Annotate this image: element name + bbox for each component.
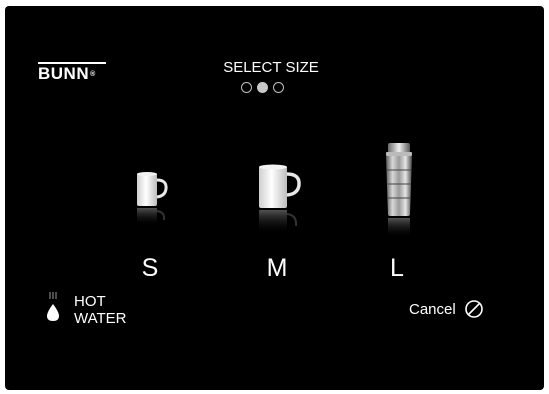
size-label-small: S [141, 254, 159, 282]
step-dot-2-active [257, 82, 268, 93]
hot-water-line-1: HOT [74, 293, 106, 310]
travel-mug-icon [386, 143, 412, 238]
bunn-logo: BUNN® [38, 62, 106, 82]
logo-text: BUNN [38, 64, 90, 83]
step-dot-1 [241, 82, 252, 93]
size-label-medium: M [266, 254, 288, 282]
cancel-button[interactable]: Cancel [409, 297, 484, 321]
step-indicator [241, 82, 284, 93]
hot-water-button[interactable]: HOT WATER [41, 289, 151, 337]
small-mug-icon [137, 172, 168, 226]
water-drop-icon [47, 292, 59, 321]
cancel-label: Cancel [409, 300, 456, 318]
registered-mark: ® [90, 71, 96, 78]
size-small-button[interactable]: S [105, 134, 195, 284]
step-dot-3 [273, 82, 284, 93]
hot-water-label: HOT WATER [74, 293, 127, 327]
size-large-button[interactable]: L [352, 134, 442, 284]
cancel-icon [464, 300, 483, 318]
brewer-screen: BUNN® SELECT SIZE S M L HOT WATER Cancel [5, 6, 544, 390]
page-title: SELECT SIZE [223, 59, 319, 76]
size-medium-button[interactable]: M [232, 134, 322, 284]
hot-water-line-2: WATER [74, 310, 127, 327]
size-label-large: L [390, 254, 404, 282]
medium-mug-icon [259, 164, 301, 234]
